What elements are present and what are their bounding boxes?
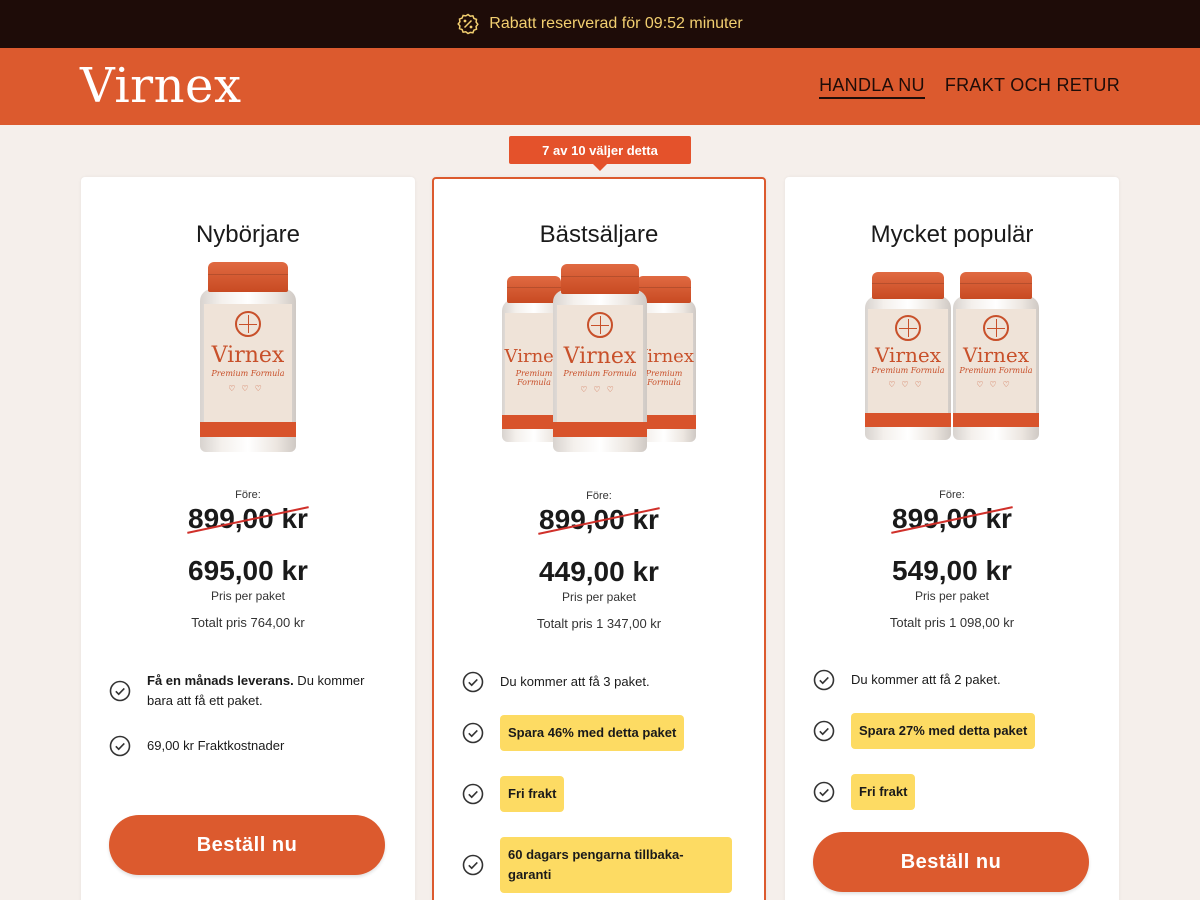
plan-card-bestseller: Bästsäljare Virnex Premium Formula Virnex… xyxy=(432,177,766,900)
feature-text: Du kommer att få 2 paket. xyxy=(851,672,1001,687)
feature-item: 69,00 kr Fraktkostnader xyxy=(109,735,387,757)
per-package-label: Pris per paket xyxy=(914,589,990,603)
guarantee-badge: 60 dagars pengarna tillbaka-garanti xyxy=(500,837,732,893)
discount-timer-text: Rabatt reserverad för 09:52 minuter xyxy=(489,15,743,32)
price-block: Före: 899,00 kr 695,00 kr Pris per paket… xyxy=(81,489,415,630)
product-image: Virnex Premium Formula Virnex Premium Form… xyxy=(434,264,764,454)
nav-link-shipping-returns[interactable]: FRAKT OCH RETUR xyxy=(945,75,1120,99)
feature-item: Du kommer att få 2 paket. xyxy=(813,669,1091,691)
feature-item: Spara 27% med detta paket xyxy=(813,713,1091,749)
feature-item: Spara 46% med detta paket xyxy=(462,715,736,751)
old-price: 899,00 kr xyxy=(188,503,308,534)
per-package-label: Pris per paket xyxy=(561,590,637,604)
nav-link-shop-now[interactable]: HANDLA NU xyxy=(819,75,925,99)
site-header: Virnex HANDLA NU FRAKT OCH RETUR xyxy=(0,48,1200,125)
plan-title: Bästsäljare xyxy=(539,221,659,248)
bottle-image: Virnex Premium Formula ♡♡♡ xyxy=(200,262,296,452)
product-image: Virnex Premium Formula ♡♡♡ Virnex Premium F… xyxy=(785,262,1119,452)
feature-item: 60 dagars pengarna tillbaka-garanti xyxy=(462,837,736,893)
bottle-image: Virnex Premium Formula ♡♡♡ xyxy=(553,264,647,452)
check-circle-icon xyxy=(462,722,484,744)
feature-item: Du kommer att få 3 paket. xyxy=(462,671,736,693)
feature-text: Du kommer att få 3 paket. xyxy=(500,674,650,689)
check-circle-icon xyxy=(109,680,131,702)
old-price: 899,00 kr xyxy=(539,504,659,535)
total-price: Totalt pris 1 347,00 kr xyxy=(536,616,662,631)
check-circle-icon xyxy=(813,720,835,742)
feature-item: Få en månads leverans. Du kommer bara at… xyxy=(109,671,387,711)
feature-item: Fri frakt xyxy=(462,776,736,812)
price-block: Före: 899,00 kr 449,00 kr Pris per paket… xyxy=(434,490,764,631)
free-shipping-badge: Fri frakt xyxy=(500,776,565,812)
check-circle-icon xyxy=(462,783,484,805)
total-price: Totalt pris 1 098,00 kr xyxy=(889,615,1015,630)
check-circle-icon xyxy=(462,671,484,693)
check-circle-icon xyxy=(813,781,835,803)
popular-choice-ribbon: 7 av 10 väljer detta xyxy=(509,136,691,171)
check-circle-icon xyxy=(813,669,835,691)
logo[interactable]: Virnex xyxy=(80,58,242,114)
feature-item: Fri frakt xyxy=(813,774,1091,810)
plan-card-popular: Mycket populär Virnex Premium Formula ♡♡♡ … xyxy=(785,177,1119,900)
price-block: Före: 899,00 kr 549,00 kr Pris per paket… xyxy=(785,489,1119,630)
discount-timer-bar: Rabatt reserverad för 09:52 minuter xyxy=(0,0,1200,48)
plan-card-beginner: Nybörjare Virnex Premium Formula ♡♡♡ För… xyxy=(81,177,415,900)
per-package-label: Pris per paket xyxy=(210,589,286,603)
before-label: Före: xyxy=(235,489,261,501)
order-now-button[interactable]: Beställ nu xyxy=(109,815,385,875)
check-circle-icon xyxy=(462,854,484,876)
feature-text: Få en månads leverans. Du kommer bara at… xyxy=(147,673,365,708)
current-price: 449,00 kr xyxy=(539,556,659,587)
bottle-image: Virnex Premium Formula ♡♡♡ xyxy=(953,272,1039,440)
plan-title: Mycket populär xyxy=(870,221,1034,248)
discount-badge-icon xyxy=(457,13,480,35)
before-label: Före: xyxy=(586,490,612,502)
savings-badge: Spara 27% med detta paket xyxy=(851,713,1036,749)
total-price: Totalt pris 764,00 kr xyxy=(191,615,305,630)
main-nav: HANDLA NU FRAKT OCH RETUR xyxy=(819,75,1120,99)
current-price: 695,00 kr xyxy=(188,555,308,586)
bottle-image: Virnex Premium Formula ♡♡♡ xyxy=(865,272,951,440)
plan-title: Nybörjare xyxy=(195,221,301,248)
check-circle-icon xyxy=(109,735,131,757)
old-price: 899,00 kr xyxy=(892,503,1012,534)
before-label: Före: xyxy=(939,489,965,501)
free-shipping-badge: Fri frakt xyxy=(851,774,916,810)
product-image: Virnex Premium Formula ♡♡♡ xyxy=(81,262,415,452)
feature-text: 69,00 kr Fraktkostnader xyxy=(147,738,285,753)
savings-badge: Spara 46% med detta paket xyxy=(500,715,685,751)
order-now-button[interactable]: Beställ nu xyxy=(813,832,1089,892)
current-price: 549,00 kr xyxy=(892,555,1012,586)
